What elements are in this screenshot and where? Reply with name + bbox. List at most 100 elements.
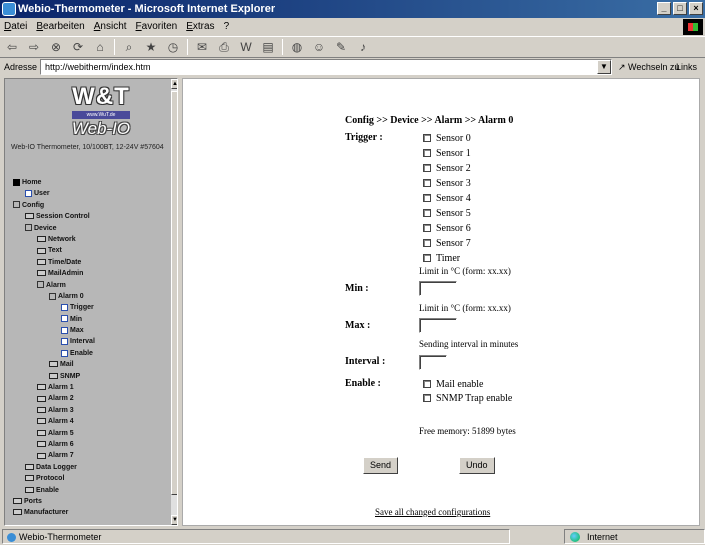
tree-item[interactable]: Alarm 7 bbox=[13, 450, 95, 461]
tree-item-label: Interval bbox=[70, 338, 95, 346]
tree-item[interactable]: Mail bbox=[13, 359, 95, 370]
menu-help[interactable]: ? bbox=[224, 18, 230, 36]
trigger-option[interactable]: Sensor 2 bbox=[423, 162, 471, 174]
print-icon[interactable]: ⎙ bbox=[216, 39, 232, 55]
tree-item[interactable]: Time/Date bbox=[13, 257, 95, 268]
mail-icon[interactable]: ✉ bbox=[194, 39, 210, 55]
extra-icon[interactable]: ♪ bbox=[355, 39, 371, 55]
back-icon[interactable]: ⇦ bbox=[4, 39, 20, 55]
config-tree: Home User Config Session Control Device Netwo… bbox=[13, 177, 95, 519]
menu-datei[interactable]: Datei bbox=[4, 18, 27, 36]
trigger-option[interactable]: Timer bbox=[423, 252, 460, 264]
tree-item[interactable]: Protocol bbox=[13, 473, 95, 484]
interval-input[interactable] bbox=[419, 355, 447, 370]
undo-button[interactable]: Undo bbox=[459, 457, 495, 474]
tree-item[interactable]: Enable bbox=[13, 348, 95, 359]
trigger-checkbox[interactable] bbox=[423, 134, 431, 142]
favorites-icon[interactable]: ★ bbox=[143, 39, 159, 55]
tree-item[interactable]: Text bbox=[13, 245, 95, 256]
scroll-up-icon[interactable]: ▲ bbox=[171, 79, 177, 89]
trigger-option[interactable]: Sensor 5 bbox=[423, 207, 471, 219]
tree-item[interactable]: SNMP bbox=[13, 371, 95, 382]
min-input[interactable] bbox=[419, 281, 457, 296]
mail-enable-option[interactable]: Mail enable bbox=[423, 378, 483, 390]
scroll-down-icon[interactable]: ▼ bbox=[171, 515, 177, 525]
trigger-option[interactable]: Sensor 1 bbox=[423, 147, 471, 159]
tree-item[interactable]: Network bbox=[13, 234, 95, 245]
menu-ansicht[interactable]: Ansicht bbox=[94, 18, 127, 36]
tree-item[interactable]: Alarm 3 bbox=[13, 405, 95, 416]
tree-item[interactable]: User bbox=[13, 188, 95, 199]
edit-icon[interactable]: W bbox=[238, 39, 254, 55]
scroll-thumb[interactable] bbox=[171, 91, 177, 495]
discuss-icon[interactable]: ▤ bbox=[260, 39, 276, 55]
trigger-option[interactable]: Sensor 7 bbox=[423, 237, 471, 249]
tree-item[interactable]: Alarm 5 bbox=[13, 428, 95, 439]
tree-item[interactable]: Max bbox=[13, 325, 95, 336]
globe-icon[interactable]: ◍ bbox=[289, 39, 305, 55]
links-button[interactable]: Links bbox=[676, 58, 697, 76]
trigger-checkbox[interactable] bbox=[423, 164, 431, 172]
status-text: Webio-Thermometer bbox=[19, 532, 102, 542]
trigger-option[interactable]: Sensor 4 bbox=[423, 192, 471, 204]
tree-item[interactable]: Alarm bbox=[13, 280, 95, 291]
send-button[interactable]: Send bbox=[363, 457, 399, 474]
tree-item[interactable]: MailAdmin bbox=[13, 268, 95, 279]
home-icon[interactable]: ⌂ bbox=[92, 39, 108, 55]
content-scrollbar[interactable] bbox=[700, 78, 705, 526]
trigger-checkbox[interactable] bbox=[423, 224, 431, 232]
tree-item[interactable]: Alarm 1 bbox=[13, 382, 95, 393]
tree-item[interactable]: Manufacturer bbox=[13, 507, 95, 518]
trigger-option-label: Sensor 2 bbox=[436, 162, 471, 174]
address-input[interactable]: http://webitherm/index.htm ▼ bbox=[40, 59, 612, 75]
address-dropdown-icon[interactable]: ▼ bbox=[597, 60, 611, 74]
trigger-option[interactable]: Sensor 6 bbox=[423, 222, 471, 234]
go-button[interactable]: ↗ Wechseln zu bbox=[618, 58, 679, 76]
menu-bearbeiten[interactable]: Bearbeiten bbox=[36, 18, 84, 36]
tree-item[interactable]: Alarm 2 bbox=[13, 393, 95, 404]
trigger-option[interactable]: Sensor 3 bbox=[423, 177, 471, 189]
trigger-checkbox[interactable] bbox=[423, 209, 431, 217]
tree-item[interactable]: Ports bbox=[13, 496, 95, 507]
tree-item[interactable]: Data Logger bbox=[13, 462, 95, 473]
tree-item[interactable]: Alarm 4 bbox=[13, 416, 95, 427]
close-button[interactable]: × bbox=[689, 2, 703, 15]
mail-enable-checkbox[interactable] bbox=[423, 380, 431, 388]
tree-item[interactable]: Min bbox=[13, 314, 95, 325]
forward-icon[interactable]: ⇨ bbox=[26, 39, 42, 55]
tree-item[interactable]: Alarm 6 bbox=[13, 439, 95, 450]
menu-favoriten[interactable]: Favoriten bbox=[136, 18, 178, 36]
nav-scrollbar[interactable]: ▲ ▼ bbox=[171, 79, 177, 525]
tools-icon[interactable]: ✎ bbox=[333, 39, 349, 55]
tree-item[interactable]: Config bbox=[13, 200, 95, 211]
stop-icon[interactable]: ⊗ bbox=[48, 39, 64, 55]
menu-extras[interactable]: Extras bbox=[186, 18, 214, 36]
refresh-icon[interactable]: ⟳ bbox=[70, 39, 86, 55]
minimize-button[interactable]: _ bbox=[657, 2, 671, 15]
tree-item[interactable]: Alarm 0 bbox=[13, 291, 95, 302]
max-input[interactable] bbox=[419, 318, 457, 333]
tree-item[interactable]: Device bbox=[13, 223, 95, 234]
maximize-button[interactable]: □ bbox=[673, 2, 687, 15]
snmp-enable-option[interactable]: SNMP Trap enable bbox=[423, 392, 512, 404]
messenger-icon[interactable]: ☺ bbox=[311, 39, 327, 55]
trigger-checkbox[interactable] bbox=[423, 149, 431, 157]
history-icon[interactable]: ◷ bbox=[165, 39, 181, 55]
trigger-checkbox[interactable] bbox=[423, 254, 431, 262]
trigger-checkbox[interactable] bbox=[423, 194, 431, 202]
tree-item[interactable]: Home bbox=[13, 177, 95, 188]
tree-item[interactable]: Enable bbox=[13, 485, 95, 496]
trigger-checkbox[interactable] bbox=[423, 179, 431, 187]
save-all-link[interactable]: Save all changed configurations bbox=[375, 507, 490, 517]
trigger-checkbox[interactable] bbox=[423, 239, 431, 247]
trigger-option[interactable]: Sensor 0 bbox=[423, 132, 471, 144]
tree-item[interactable]: Session Control bbox=[13, 211, 95, 222]
tree-item[interactable]: Trigger bbox=[13, 302, 95, 313]
tree-item[interactable]: Interval bbox=[13, 336, 95, 347]
search-icon[interactable]: ⌕ bbox=[121, 39, 137, 55]
snmp-enable-label: SNMP Trap enable bbox=[436, 392, 513, 404]
snmp-enable-checkbox[interactable] bbox=[423, 394, 431, 402]
tree-item-label: Mail bbox=[60, 361, 74, 369]
logo-url: www.WuT.de bbox=[72, 111, 130, 119]
folder-icon bbox=[25, 486, 34, 493]
